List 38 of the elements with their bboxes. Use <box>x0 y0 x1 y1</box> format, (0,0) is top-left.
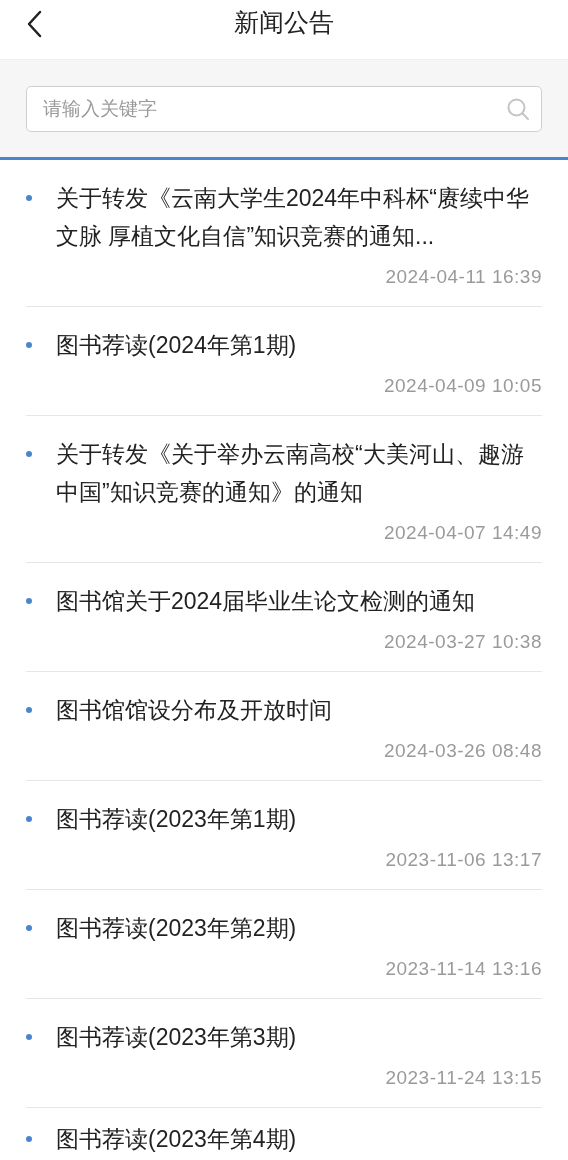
news-title: 关于转发《关于举办云南高校“大美河山、趣游中国”知识竞赛的通知》的通知 <box>56 440 525 507</box>
news-item[interactable]: 图书荐读(2023年第2期) 2023-11-14 13:16 <box>26 890 542 999</box>
search-field[interactable]: 请输入关键字 <box>26 86 542 132</box>
news-title: 图书荐读(2023年第4期) <box>56 1125 298 1154</box>
news-item[interactable]: 关于转发《云南大学生2024年中科杯“赓续中华文脉 厚植文化自信”知识竞赛的通知... 2024-04-11 16:39 <box>26 160 542 307</box>
news-date: 2024-04-07 14:49 <box>384 521 542 545</box>
bullet-icon <box>26 342 32 348</box>
bullet-icon <box>26 195 32 201</box>
news-title: 图书馆关于2024届毕业生论文检测的通知 <box>56 587 477 616</box>
news-item[interactable]: 图书馆馆设分布及开放时间 2024-03-26 08:48 <box>26 672 542 781</box>
news-item[interactable]: 图书荐读(2023年第3期) 2023-11-24 13:15 <box>26 999 542 1108</box>
news-date: 2024-04-09 10:05 <box>384 374 542 398</box>
news-date: 2024-03-27 10:38 <box>384 630 542 654</box>
news-date: 2023-11-14 13:16 <box>385 957 542 981</box>
news-item[interactable]: 图书馆关于2024届毕业生论文检测的通知 2024-03-27 10:38 <box>26 563 542 672</box>
bullet-icon <box>26 1136 32 1142</box>
back-icon <box>26 10 42 38</box>
news-item[interactable]: 图书荐读(2023年第1期) 2023-11-06 13:17 <box>26 781 542 890</box>
news-item[interactable]: 关于转发《关于举办云南高校“大美河山、趣游中国”知识竞赛的通知》的通知 2024-04-07 14:49 <box>26 416 542 563</box>
news-item[interactable]: 图书荐读(2023年第4期) <box>26 1108 542 1160</box>
bullet-icon <box>26 816 32 822</box>
news-date: 2023-11-24 13:15 <box>385 1066 542 1090</box>
page-title: 新闻公告 <box>234 6 334 38</box>
news-title: 关于转发《云南大学生2024年中科杯“赓续中华文脉 厚植文化自信”知识竞赛的通知... <box>56 184 530 251</box>
bullet-icon <box>26 1034 32 1040</box>
news-date: 2024-03-26 08:48 <box>384 739 542 763</box>
bullet-icon <box>26 451 32 457</box>
news-title: 图书荐读(2023年第1期) <box>56 805 298 834</box>
news-item[interactable]: 图书荐读(2024年第1期) 2024-04-09 10:05 <box>26 307 542 416</box>
bullet-icon <box>26 707 32 713</box>
bullet-icon <box>26 925 32 931</box>
news-title: 图书荐读(2023年第3期) <box>56 1023 298 1052</box>
bullet-icon <box>26 598 32 604</box>
news-title: 图书荐读(2024年第1期) <box>56 331 298 360</box>
news-title: 图书荐读(2023年第2期) <box>56 914 298 943</box>
news-title: 图书馆馆设分布及开放时间 <box>56 696 333 725</box>
news-date: 2023-11-06 13:17 <box>385 848 542 872</box>
news-date: 2024-04-11 16:39 <box>385 265 542 289</box>
